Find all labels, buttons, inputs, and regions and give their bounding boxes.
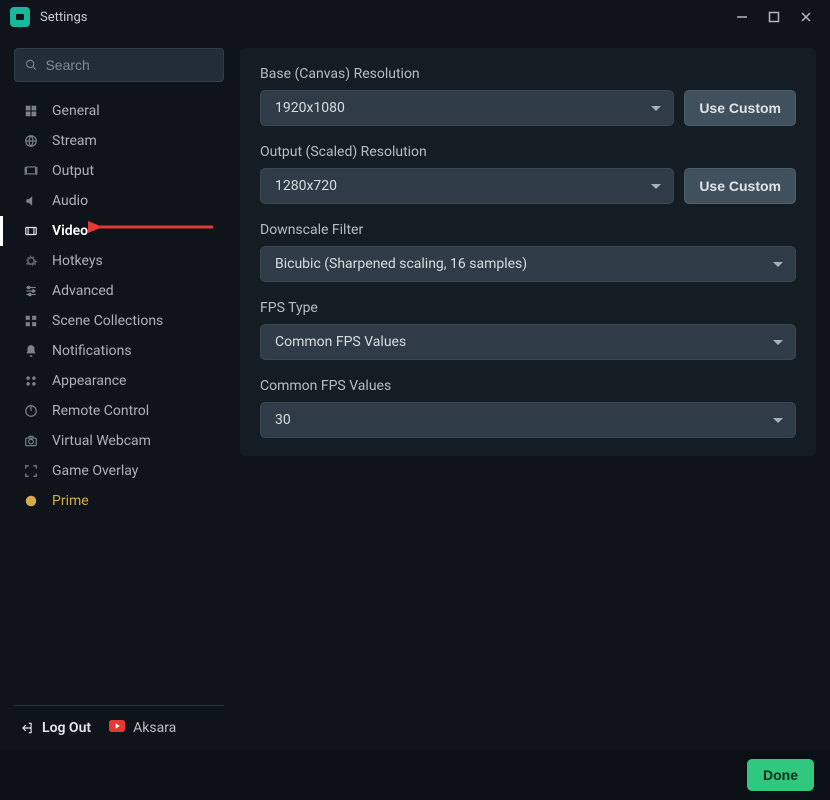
fps-type-value: Common FPS Values [275, 334, 406, 350]
sidebar-footer: Log Out Aksara [14, 705, 224, 750]
prime-icon [22, 494, 40, 508]
base-resolution-select[interactable]: 1920x1080 [260, 90, 674, 126]
maximize-button[interactable] [760, 5, 788, 29]
search-input[interactable] [45, 57, 213, 73]
common-fps-value: 30 [275, 412, 291, 428]
chevron-down-icon [773, 340, 783, 345]
sidebar-item-label: Hotkeys [52, 253, 103, 269]
appearance-icon [22, 374, 40, 388]
downscale-filter-select[interactable]: Bicubic (Sharpened scaling, 16 samples) [260, 246, 796, 282]
logout-label: Log Out [42, 720, 91, 736]
sidebar-item-label: Remote Control [52, 403, 149, 419]
sidebar-item-prime[interactable]: Prime [14, 486, 224, 516]
downscale-filter-label: Downscale Filter [260, 222, 796, 238]
sidebar-item-label: Scene Collections [52, 313, 163, 329]
user-name: Aksara [133, 720, 176, 736]
sidebar-item-label: Appearance [52, 373, 126, 389]
grid-icon [22, 104, 40, 118]
sidebar: General Stream Output Audio Video Hotkey… [14, 48, 224, 750]
nav-list: General Stream Output Audio Video Hotkey… [14, 96, 224, 705]
youtube-icon [109, 720, 125, 736]
minimize-button[interactable] [728, 5, 756, 29]
power-icon [22, 404, 40, 418]
chevron-down-icon [773, 418, 783, 423]
sidebar-item-label: Notifications [52, 343, 132, 359]
output-resolution-select[interactable]: 1280x720 [260, 168, 674, 204]
output-resolution-label: Output (Scaled) Resolution [260, 144, 796, 160]
fps-type-label: FPS Type [260, 300, 796, 316]
audio-icon [22, 194, 40, 208]
sidebar-item-scene-collections[interactable]: Scene Collections [14, 306, 224, 336]
window-title: Settings [40, 10, 728, 25]
sidebar-item-stream[interactable]: Stream [14, 126, 224, 156]
video-icon [22, 224, 40, 238]
sidebar-item-label: Virtual Webcam [52, 433, 151, 449]
chevron-down-icon [651, 184, 661, 189]
search-box[interactable] [14, 48, 224, 82]
output-use-custom-button[interactable]: Use Custom [684, 168, 796, 204]
globe-icon [22, 134, 40, 148]
sidebar-item-label: Video [52, 223, 88, 239]
sidebar-item-virtual-webcam[interactable]: Virtual Webcam [14, 426, 224, 456]
titlebar: Settings [0, 0, 830, 34]
sliders-icon [22, 284, 40, 298]
search-icon [25, 58, 37, 72]
sidebar-item-label: Output [52, 163, 94, 179]
sidebar-item-label: General [52, 103, 100, 119]
user-display: Aksara [109, 720, 176, 736]
output-icon [22, 164, 40, 178]
expand-icon [22, 464, 40, 478]
done-button[interactable]: Done [747, 759, 814, 791]
fps-type-select[interactable]: Common FPS Values [260, 324, 796, 360]
logout-icon [20, 721, 34, 735]
sidebar-item-hotkeys[interactable]: Hotkeys [14, 246, 224, 276]
base-use-custom-button[interactable]: Use Custom [684, 90, 796, 126]
bottom-bar: Done [0, 750, 830, 800]
camera-icon [22, 434, 40, 448]
chevron-down-icon [651, 106, 661, 111]
sidebar-item-remote-control[interactable]: Remote Control [14, 396, 224, 426]
sidebar-item-label: Audio [52, 193, 88, 209]
base-resolution-label: Base (Canvas) Resolution [260, 66, 796, 82]
downscale-filter-value: Bicubic (Sharpened scaling, 16 samples) [275, 256, 527, 272]
sidebar-item-audio[interactable]: Audio [14, 186, 224, 216]
bell-icon [22, 344, 40, 358]
gear-icon [22, 254, 40, 268]
logout-button[interactable]: Log Out [20, 720, 91, 736]
sidebar-item-appearance[interactable]: Appearance [14, 366, 224, 396]
sidebar-item-label: Stream [52, 133, 97, 149]
sidebar-item-output[interactable]: Output [14, 156, 224, 186]
output-resolution-value: 1280x720 [275, 178, 337, 194]
sidebar-item-general[interactable]: General [14, 96, 224, 126]
app-icon [10, 7, 30, 27]
sidebar-item-label: Game Overlay [52, 463, 138, 479]
sidebar-item-video[interactable]: Video [14, 216, 224, 246]
sidebar-item-label: Prime [52, 493, 89, 509]
common-fps-label: Common FPS Values [260, 378, 796, 394]
collection-icon [22, 314, 40, 328]
settings-panel: Base (Canvas) Resolution 1920x1080 Use C… [240, 48, 816, 456]
base-resolution-value: 1920x1080 [275, 100, 345, 116]
chevron-down-icon [773, 262, 783, 267]
sidebar-item-label: Advanced [52, 283, 114, 299]
common-fps-select[interactable]: 30 [260, 402, 796, 438]
close-button[interactable] [792, 5, 820, 29]
sidebar-item-game-overlay[interactable]: Game Overlay [14, 456, 224, 486]
sidebar-item-notifications[interactable]: Notifications [14, 336, 224, 366]
sidebar-item-advanced[interactable]: Advanced [14, 276, 224, 306]
